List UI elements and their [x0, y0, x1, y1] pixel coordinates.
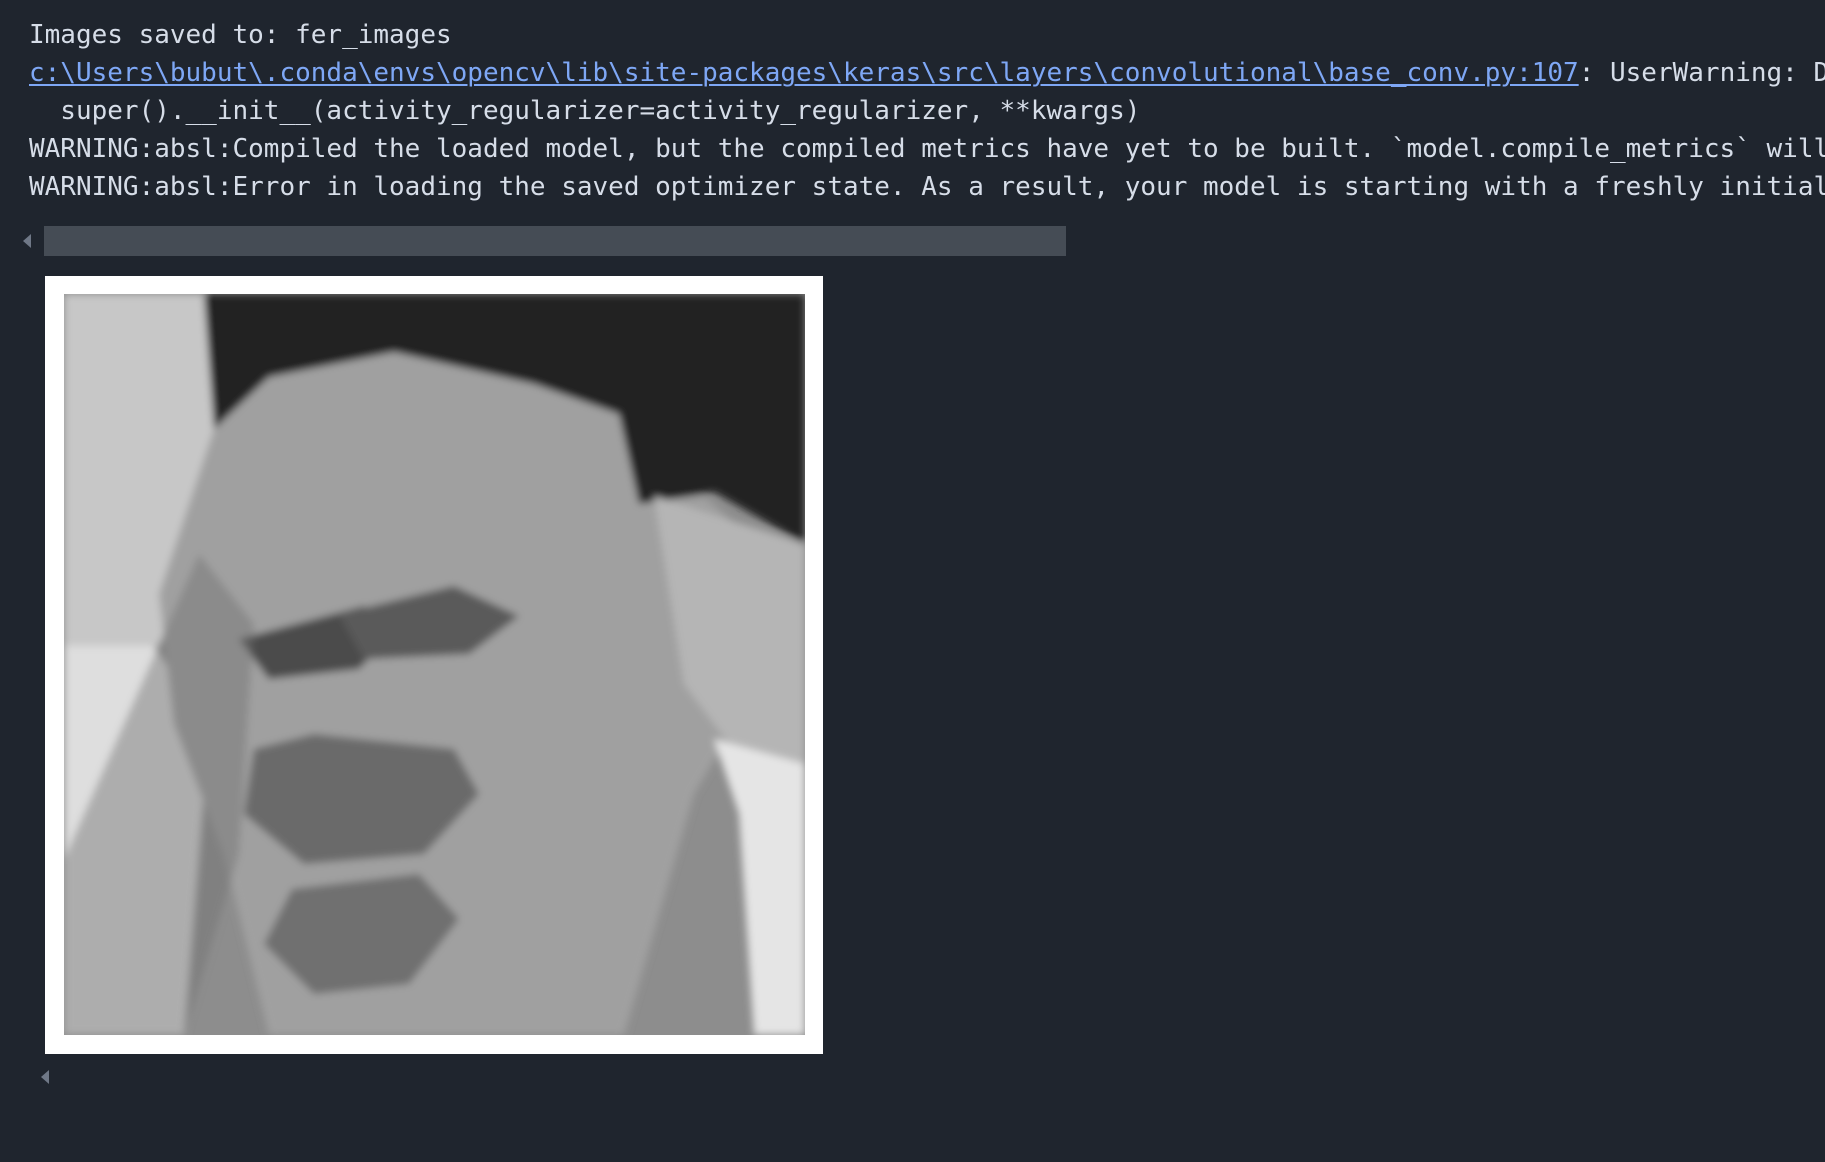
notebook-output: Images saved to: fer_images c:\Users\bub… — [29, 16, 1825, 206]
output-line-compiled-warning: WARNING:absl:Compiled the loaded model, … — [29, 134, 1825, 164]
face-image — [64, 294, 805, 1035]
output-line-user-warning: c:\Users\bubut\.conda\envs\opencv\lib\si… — [29, 54, 1825, 92]
output-line-super-init: super().__init__(activity_regularizer=ac… — [29, 96, 1141, 126]
output-image-frame — [45, 276, 823, 1054]
output-line-images-saved: Images saved to: fer_images — [29, 20, 452, 50]
warning-message: : UserWarning: Do — [1578, 58, 1825, 88]
horizontal-scrollbar[interactable] — [44, 226, 1066, 256]
output-line-optimizer-warning: WARNING:absl:Error in loading the saved … — [29, 172, 1825, 202]
chevron-left-icon[interactable] — [23, 234, 31, 248]
chevron-left-icon[interactable] — [41, 1070, 49, 1084]
warning-file-link[interactable]: c:\Users\bubut\.conda\envs\opencv\lib\si… — [29, 58, 1579, 88]
face-svg — [64, 294, 805, 1035]
